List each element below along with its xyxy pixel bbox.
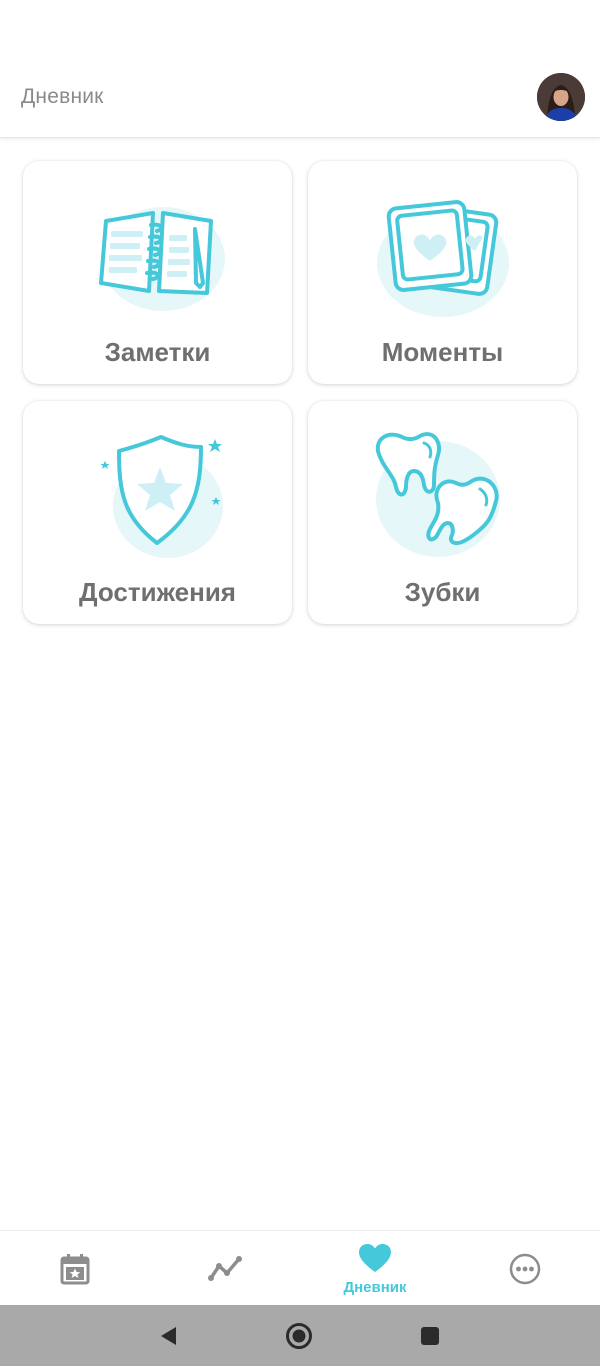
- card-label: Заметки: [104, 337, 211, 367]
- card-label: Зубки: [404, 577, 481, 607]
- more-icon: [509, 1253, 541, 1285]
- card-notes[interactable]: Заметки: [23, 161, 292, 384]
- card-label: Моменты: [381, 337, 504, 367]
- card-moments[interactable]: Моменты: [308, 161, 577, 384]
- page-title: Дневник: [21, 85, 104, 108]
- system-recents-button[interactable]: [390, 1305, 470, 1366]
- card-achievements[interactable]: Достижения: [23, 401, 292, 624]
- card-teeth[interactable]: Зубки: [308, 401, 577, 624]
- teeth-icon: [375, 432, 500, 557]
- nav-item-more[interactable]: [450, 1231, 600, 1306]
- calendar-star-icon: [60, 1254, 90, 1285]
- bottom-navigation: Дневник: [0, 1230, 600, 1305]
- shield-star-icon: [100, 435, 223, 558]
- recents-icon: [421, 1326, 439, 1345]
- app-header: Дневник: [0, 0, 600, 138]
- notebook-icon: [98, 207, 225, 311]
- avatar-photo: [537, 73, 585, 121]
- chart-line-icon: [208, 1256, 242, 1281]
- heart-icon: [359, 1244, 391, 1272]
- back-icon: [161, 1326, 176, 1345]
- system-navigation-bar: [0, 1305, 600, 1366]
- photos-icon: [376, 200, 509, 317]
- home-icon: [286, 1322, 312, 1349]
- nav-item-calendar[interactable]: [0, 1231, 150, 1306]
- nav-item-diary[interactable]: Дневник: [300, 1231, 450, 1306]
- avatar[interactable]: [537, 73, 585, 121]
- system-back-button[interactable]: [128, 1305, 208, 1366]
- nav-item-charts[interactable]: [150, 1231, 300, 1306]
- nav-label-diary: Дневник: [343, 1279, 407, 1296]
- card-label: Достижения: [79, 577, 236, 607]
- system-home-button[interactable]: [259, 1305, 339, 1366]
